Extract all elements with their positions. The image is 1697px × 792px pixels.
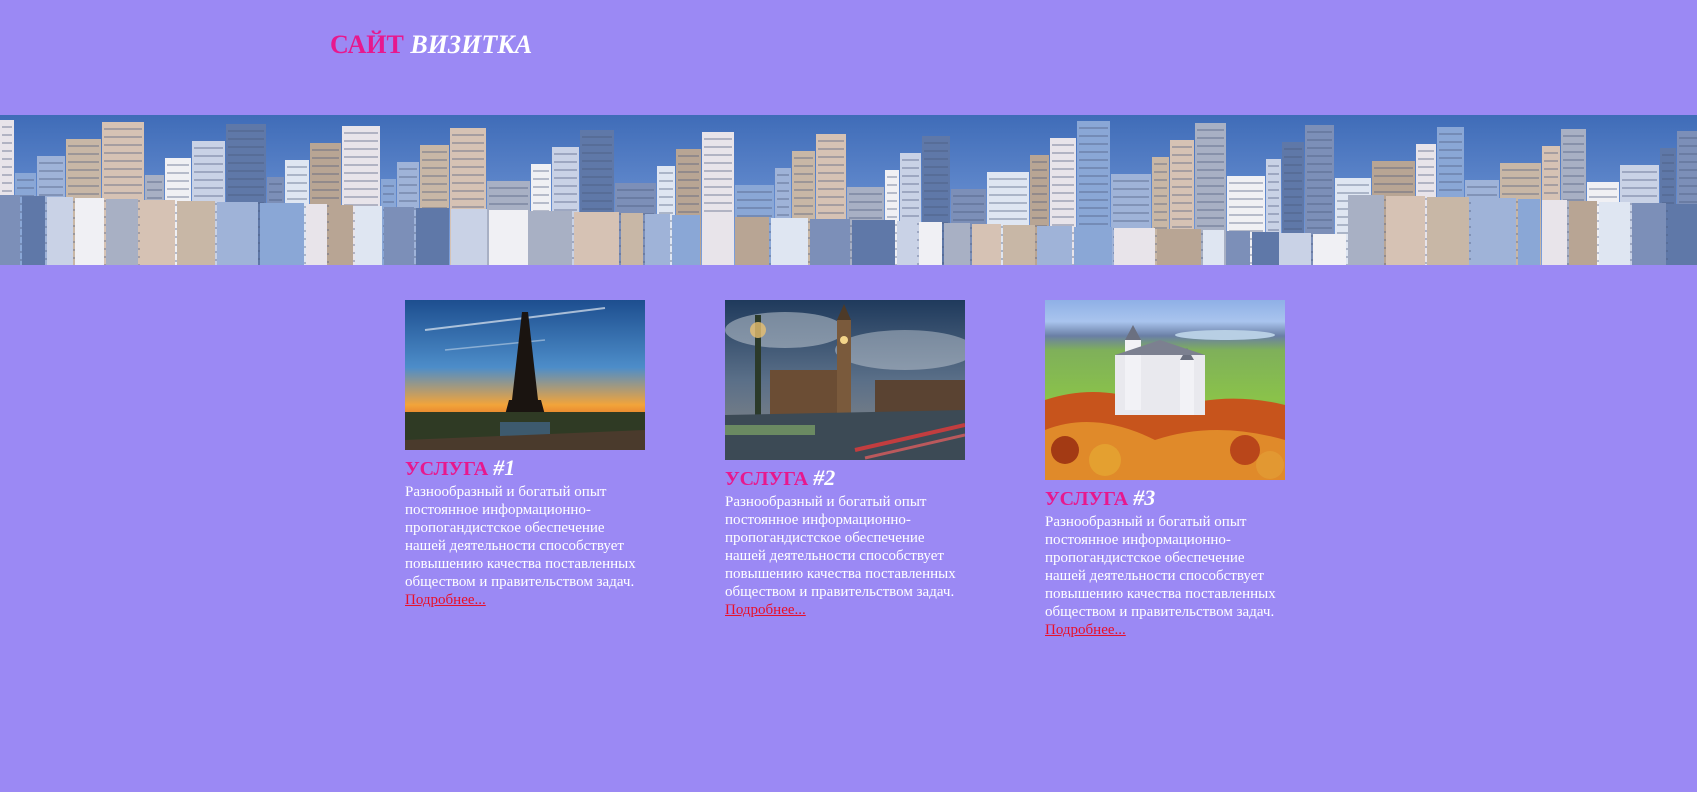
city-skyline-banner — [0, 115, 1697, 265]
big-ben-photo — [725, 300, 965, 460]
logo-part-1: САЙТ — [330, 30, 404, 59]
service-title-number: #3 — [1133, 485, 1156, 510]
service-title: УСЛУГА #2 — [725, 466, 965, 491]
logo-part-2: ВИЗИТКА — [410, 30, 533, 59]
service-description: Разнообразный и богатый опыт постоянное … — [405, 484, 636, 590]
castle-photo — [1045, 300, 1285, 480]
service-title-word: УСЛУГА — [405, 458, 489, 480]
more-link[interactable]: Подробнее... — [1045, 622, 1126, 638]
site-logo[interactable]: САЙТ ВИЗИТКА — [330, 30, 532, 60]
service-description: Разнообразный и богатый опыт постоянное … — [725, 494, 956, 600]
service-card-2: УСЛУГА #2 Разнообразный и богатый опыт п… — [725, 300, 965, 619]
service-title-number: #1 — [493, 455, 516, 480]
more-link[interactable]: Подробнее... — [405, 592, 486, 608]
service-title-word: УСЛУГА — [1045, 488, 1129, 510]
city-skyline-image — [0, 115, 1697, 265]
service-description: Разнообразный и богатый опыт постоянное … — [1045, 514, 1276, 620]
service-title-word: УСЛУГА — [725, 468, 809, 490]
service-card-1: УСЛУГА #1 Разнообразный и богатый опыт п… — [405, 300, 645, 609]
more-link[interactable]: Подробнее... — [725, 602, 806, 618]
service-card-3: УСЛУГА #3 Разнообразный и богатый опыт п… — [1045, 300, 1285, 639]
service-title-number: #2 — [813, 465, 836, 490]
service-title: УСЛУГА #3 — [1045, 486, 1285, 511]
service-title: УСЛУГА #1 — [405, 456, 645, 481]
eiffel-tower-photo — [405, 300, 645, 450]
